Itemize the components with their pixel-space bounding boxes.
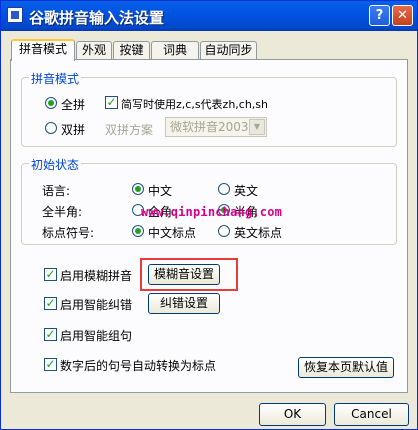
auto-punct-checkbox[interactable]: ✓: [44, 358, 57, 371]
double-pinyin-label: 双拼: [61, 123, 86, 137]
language-chinese-label: 中文: [148, 184, 173, 198]
tab-dictionary[interactable]: 词典: [151, 41, 199, 59]
chinese-punct-label: 中文标点: [148, 226, 197, 240]
window-title: 谷歌拼音输入法设置: [29, 9, 165, 27]
help-button[interactable]: ?: [369, 5, 390, 26]
cancel-button[interactable]: Cancel: [334, 403, 409, 426]
tab-keys[interactable]: 按键: [113, 41, 150, 59]
settings-dialog: 谷歌拼音输入法设置 ? ✕ 拼音模式 外观 按键 词典 自动同步 拼音模式 全拼…: [0, 0, 418, 430]
punctuation-label: 标点符号:: [42, 226, 95, 240]
width-label: 全半角:: [42, 205, 83, 219]
smart-compose-checkbox[interactable]: ✓: [44, 328, 57, 341]
auto-punct-label: 数字后的句号自动转换为标点: [60, 359, 217, 373]
english-punct-radio[interactable]: [218, 225, 230, 237]
smart-correction-label: 启用智能纠错: [60, 298, 133, 312]
app-icon: [7, 7, 23, 23]
tab-appearance[interactable]: 外观: [76, 41, 112, 59]
scheme-value: 微软拼音2003: [170, 120, 249, 134]
language-english-radio[interactable]: [218, 183, 230, 195]
scheme-label: 双拼方案: [105, 123, 154, 137]
full-pinyin-label: 全拼: [61, 98, 86, 112]
language-english-label: 英文: [234, 184, 259, 198]
chevron-down-icon[interactable]: ▼: [249, 119, 265, 135]
english-punct-label: 英文标点: [234, 226, 283, 240]
fuzzy-pinyin-label: 启用模糊拼音: [60, 269, 133, 283]
highlight-box: [140, 258, 238, 291]
group-title-pinyin-mode: 拼音模式: [29, 70, 82, 87]
correction-settings-button[interactable]: 纠错设置: [148, 293, 220, 314]
abbrev-label: 简写时使用z,c,s代表zh,ch,sh: [121, 98, 269, 111]
language-label: 语言:: [42, 184, 71, 198]
smart-compose-label: 启用智能组句: [60, 329, 133, 343]
tab-pinyin-mode[interactable]: 拼音模式: [11, 39, 75, 61]
close-button[interactable]: ✕: [392, 5, 413, 26]
scheme-select[interactable]: 微软拼音2003 ▼: [165, 117, 267, 137]
chinese-punct-radio[interactable]: [132, 225, 144, 237]
restore-defaults-button[interactable]: 恢复本页默认值: [298, 357, 394, 378]
fuzzy-pinyin-checkbox[interactable]: ✓: [44, 268, 57, 281]
full-pinyin-radio[interactable]: [45, 97, 57, 109]
tab-panel: 拼音模式 全拼 ✓ 简写时使用z,c,s代表zh,ch,sh 双拼 双拼方案 微…: [10, 59, 408, 393]
abbrev-checkbox[interactable]: ✓: [105, 96, 118, 109]
group-title-initial-state: 初始状态: [29, 156, 82, 173]
ok-button[interactable]: OK: [259, 403, 326, 426]
watermark-text: www.qinpinchang.com: [141, 205, 283, 219]
double-pinyin-radio[interactable]: [45, 122, 57, 134]
language-chinese-radio[interactable]: [132, 183, 144, 195]
tab-auto-sync[interactable]: 自动同步: [200, 41, 257, 59]
smart-correction-checkbox[interactable]: ✓: [44, 297, 57, 310]
title-bar[interactable]: 谷歌拼音输入法设置 ? ✕: [1, 1, 417, 31]
